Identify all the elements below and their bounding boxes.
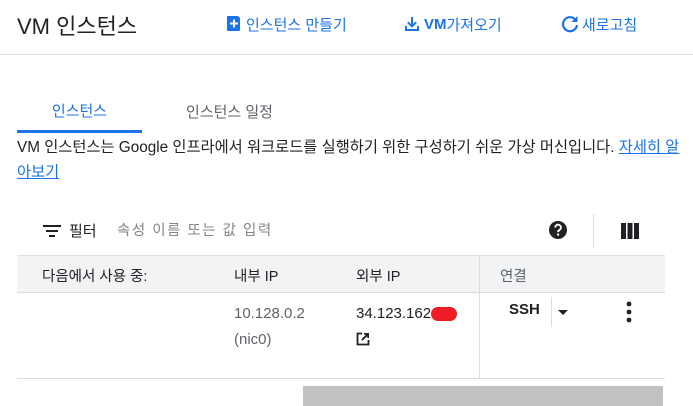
external-ip: 34.123.162 (356, 301, 458, 327)
tab-instance-schedules[interactable]: 인스턴스 일정 (157, 90, 302, 133)
filter-input[interactable] (117, 217, 517, 245)
import-vm-label: 가져오기 (446, 16, 502, 34)
filter-label: 필터 (69, 223, 97, 240)
create-instance-label: 인스턴스 만들기 (246, 16, 347, 34)
refresh-label: 새로고침 (582, 16, 638, 34)
horizontal-scrollbar[interactable] (303, 386, 663, 406)
description-text: VM 인스턴스는 Google 인프라에서 워크로드를 실행하기 위한 구성하기… (17, 139, 619, 156)
more-vert-icon[interactable] (620, 299, 638, 325)
import-vm-label-bold: VM (424, 15, 447, 33)
column-header-external-ip[interactable]: 외부 IP (356, 265, 400, 286)
external-ip-cell: 34.123.162 (356, 301, 458, 346)
download-icon (405, 17, 419, 31)
filter-list-icon (43, 225, 61, 237)
column-divider (479, 256, 480, 293)
add-box-icon (227, 16, 240, 31)
refresh-button[interactable]: 새로고침 (560, 12, 637, 36)
create-instance-button[interactable]: 인스턴스 만들기 (225, 12, 347, 36)
tab-bar: 인스턴스 인스턴스 일정 (17, 90, 693, 133)
column-display-icon[interactable] (619, 220, 641, 242)
redaction-mark (431, 307, 458, 321)
page-header: VM 인스턴스 인스턴스 만들기 VM 가져오기 새로고침 (0, 0, 693, 55)
column-header-internal-ip[interactable]: 내부 IP (234, 265, 278, 286)
page-title: VM 인스턴스 (17, 14, 138, 39)
filter-bar: 필터 (17, 210, 693, 254)
column-header-in-use-by[interactable]: 다음에서 사용 중: (42, 265, 147, 286)
arrow-drop-down-icon[interactable] (556, 305, 570, 319)
tab-instances[interactable]: 인스턴스 (17, 90, 142, 133)
refresh-icon (561, 16, 579, 33)
ssh-divider (551, 297, 552, 327)
internal-ip-value: 10.128.0.2 (234, 305, 305, 322)
description: VM 인스턴스는 Google 인프라에서 워크로드를 실행하기 위한 구성하기… (17, 135, 693, 185)
external-ip-value: 34.123.162 (356, 305, 432, 322)
open-in-new-icon[interactable] (356, 332, 370, 346)
table-header: 다음에서 사용 중: 내부 IP 외부 IP 연결 (17, 255, 665, 293)
help-icon[interactable] (548, 220, 568, 240)
column-divider (479, 293, 480, 378)
ssh-button[interactable]: SSH (509, 301, 540, 318)
import-vm-button[interactable]: VM 가져오기 (403, 12, 502, 36)
internal-ip-cell: 10.128.0.2 (nic0) (234, 301, 305, 353)
internal-nic-value: (nic0) (234, 331, 272, 348)
toolbar-divider (593, 214, 594, 248)
table-row: 10.128.0.2 (nic0) 34.123.162 SSH (17, 293, 665, 379)
column-header-connect: 연결 (500, 269, 527, 285)
